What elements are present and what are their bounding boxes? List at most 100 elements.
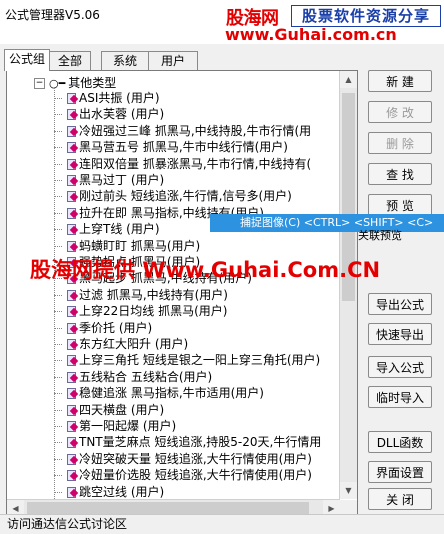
tree-connector bbox=[54, 180, 62, 181]
window-title: 公式管理器V5.06 bbox=[5, 8, 100, 22]
new-button[interactable]: 新 建 bbox=[368, 70, 432, 92]
tree-connector bbox=[54, 163, 62, 165]
key-icon: ○━ bbox=[49, 77, 66, 90]
edit-button[interactable]: 修 改 bbox=[368, 101, 432, 123]
formula-doc-icon bbox=[67, 93, 76, 104]
formula-doc-icon bbox=[67, 322, 76, 334]
tree-item-label: 出水芙蓉 (用户) bbox=[79, 107, 165, 122]
formula-doc-icon bbox=[67, 109, 76, 121]
brand-url: www.Guhai.com.cn bbox=[225, 25, 397, 44]
tree-connector bbox=[54, 114, 62, 116]
vertical-scrollbar[interactable]: ▲ ▼ bbox=[339, 71, 357, 499]
tree-connector bbox=[54, 229, 62, 231]
formula-doc-icon bbox=[67, 125, 76, 137]
title-bar: 公式管理器V5.06 股海网 股票软件资源分享 www.Guhai.com.cn bbox=[0, 0, 444, 44]
tab-user[interactable]: 用户 bbox=[148, 51, 198, 70]
tree-item[interactable]: TNT量芝麻点 短线追涨,持股5-20天,牛行情用 bbox=[54, 434, 321, 450]
tree-item[interactable]: 四天横盘 (用户) bbox=[54, 402, 164, 418]
tree-item[interactable]: 稳健追涨 黑马指标,牛市适用(用户) bbox=[54, 385, 264, 401]
formula-doc-icon bbox=[67, 175, 76, 186]
delete-button[interactable]: 删 除 bbox=[368, 132, 432, 154]
formula-doc-icon bbox=[67, 421, 76, 432]
capture-shortcut-tooltip: 捕捉图像(C) <CTRL> <SHIFT> <C> bbox=[210, 214, 444, 232]
tree-item[interactable]: 上穿T线 (用户) bbox=[54, 221, 160, 237]
formula-doc-icon bbox=[67, 453, 76, 465]
formula-doc-icon bbox=[67, 404, 76, 416]
tree-item[interactable]: ASI共振 (用户) bbox=[54, 90, 160, 106]
tree-item-label: 东方红大阳升 (用户) bbox=[79, 337, 189, 351]
tree-item[interactable]: 季价托 (用户) bbox=[54, 320, 152, 336]
tab-system[interactable]: 系统 bbox=[101, 51, 149, 70]
tree-connector bbox=[54, 98, 62, 99]
formula-doc-icon bbox=[67, 339, 76, 350]
formula-tree[interactable]: − ○━ 其他类型 ASI共振 (用户) 出水芙蓉 (用户) 冷妞强过三峰 抓黑马,中线… bbox=[7, 71, 347, 499]
formula-doc-icon bbox=[67, 437, 76, 449]
tree-item-label: 刚过前头 短线追涨,牛行情,信号多(用户) bbox=[79, 189, 292, 204]
tree-connector bbox=[54, 294, 62, 296]
tree-item-label: 黑马过丁 (用户) bbox=[79, 173, 165, 187]
tree-item-label: 上穿T线 (用户) bbox=[79, 222, 160, 237]
tree-item[interactable]: 连阳双倍量 抓暴涨黑马,牛市行情,中线持有( bbox=[54, 156, 311, 172]
tree-connector bbox=[54, 491, 62, 493]
tree-connector bbox=[54, 327, 62, 329]
export-formula-button[interactable]: 导出公式 bbox=[368, 293, 432, 315]
ui-settings-button[interactable]: 界面设置 bbox=[368, 461, 432, 483]
tree-item[interactable]: 黑马营五号 抓黑马,牛市中线行情(用户) bbox=[54, 139, 288, 155]
tree-item[interactable]: 过滤 抓黑马,中线持有(用户) bbox=[54, 287, 228, 303]
temp-import-button[interactable]: 临时导入 bbox=[368, 386, 432, 408]
tree-item[interactable]: 跳空过线 (用户) bbox=[54, 484, 164, 499]
tree-item-label: ASI共振 (用户) bbox=[79, 91, 160, 105]
preview-button[interactable]: 预 览 bbox=[368, 194, 432, 216]
formula-doc-icon bbox=[67, 470, 76, 482]
tree-connector bbox=[54, 442, 62, 444]
tree-item-label: 冷妞突破天量 短线追涨,大牛行情使用(用户) bbox=[79, 451, 312, 466]
tab-formula-group[interactable]: 公式组 bbox=[4, 49, 50, 71]
tree-item[interactable]: 冷妞量价选股 短线追涨,大牛行情使用(用户) bbox=[54, 467, 312, 483]
tree-item-label: 第一阳起爆 (用户) bbox=[79, 419, 177, 433]
tree-item[interactable]: 上穿三角托 短线是银之一阳上穿三角托(用户) bbox=[54, 352, 320, 368]
quick-export-button[interactable]: 快速导出 bbox=[368, 323, 432, 345]
tree-item[interactable]: 上穿22日均线 抓黑马(用户) bbox=[54, 303, 227, 319]
collapse-icon[interactable]: − bbox=[34, 78, 45, 89]
tree-connector bbox=[54, 344, 62, 345]
scroll-up-icon[interactable]: ▲ bbox=[340, 71, 357, 88]
scroll-down-icon[interactable]: ▼ bbox=[340, 482, 357, 499]
tree-root-other-types[interactable]: − ○━ 其他类型 bbox=[34, 74, 116, 90]
tree-connector bbox=[54, 245, 62, 247]
tree-connector bbox=[54, 376, 62, 378]
formula-doc-icon bbox=[67, 191, 76, 203]
formula-doc-icon bbox=[67, 240, 76, 252]
close-button[interactable]: 关 闭 bbox=[368, 488, 432, 510]
tree-item[interactable]: 黑马过丁 (用户) bbox=[54, 172, 164, 188]
tree-connector bbox=[54, 311, 62, 313]
tree-item-label: 季价托 (用户) bbox=[79, 320, 153, 335]
status-bar[interactable]: 访问通达信公式讨论区 bbox=[0, 514, 444, 533]
tree-item[interactable]: 五线粘合 五线粘合(用户) bbox=[54, 369, 212, 385]
tree-item[interactable]: 冷妞突破天量 短线追涨,大牛行情使用(用户) bbox=[54, 451, 312, 467]
dll-function-button[interactable]: DLL函数 bbox=[368, 431, 432, 453]
tree-item[interactable]: 冷妞强过三峰 抓黑马,中线持股,牛市行情(用 bbox=[54, 123, 311, 139]
formula-doc-icon bbox=[67, 486, 76, 498]
tree-item[interactable]: 第一阳起爆 (用户) bbox=[54, 418, 176, 434]
formula-tree-panel: − ○━ 其他类型 ASI共振 (用户) 出水芙蓉 (用户) 冷妞强过三峰 抓黑马,中线… bbox=[6, 70, 358, 518]
tree-item-label: TNT量芝麻点 短线追涨,持股5-20天,牛行情用 bbox=[79, 435, 322, 450]
tree-connector bbox=[54, 196, 62, 198]
tree-item-label: 上穿22日均线 抓黑马(用户) bbox=[79, 304, 228, 319]
formula-doc-icon bbox=[67, 142, 76, 154]
tree-connector bbox=[54, 409, 62, 411]
tree-item-label: 连阳双倍量 抓暴涨黑马,牛市行情,中线持有( bbox=[79, 156, 312, 171]
tree-item-label: 四天横盘 (用户) bbox=[79, 402, 165, 417]
find-button[interactable]: 查 找 bbox=[368, 163, 432, 185]
tree-item-label: 跳空过线 (用户) bbox=[79, 484, 165, 499]
tree-item-label: 上穿三角托 短线是银之一阳上穿三角托(用户) bbox=[79, 353, 321, 368]
tree-connector bbox=[54, 458, 62, 460]
tree-connector bbox=[54, 426, 62, 427]
import-formula-button[interactable]: 导入公式 bbox=[368, 356, 432, 378]
tree-item[interactable]: 蚂蟥盯盯 抓黑马(用户) bbox=[54, 238, 200, 254]
tree-item[interactable]: 刚过前头 短线追涨,牛行情,信号多(用户) bbox=[54, 188, 292, 204]
tree-item-label: 五线粘合 五线粘合(用户) bbox=[79, 369, 213, 384]
tab-all[interactable]: 全部 bbox=[49, 51, 91, 70]
tree-item[interactable]: 东方红大阳升 (用户) bbox=[54, 336, 188, 352]
tree-item[interactable]: 出水芙蓉 (用户) bbox=[54, 106, 164, 122]
tree-item-label: 过滤 抓黑马,中线持有(用户) bbox=[79, 287, 228, 302]
